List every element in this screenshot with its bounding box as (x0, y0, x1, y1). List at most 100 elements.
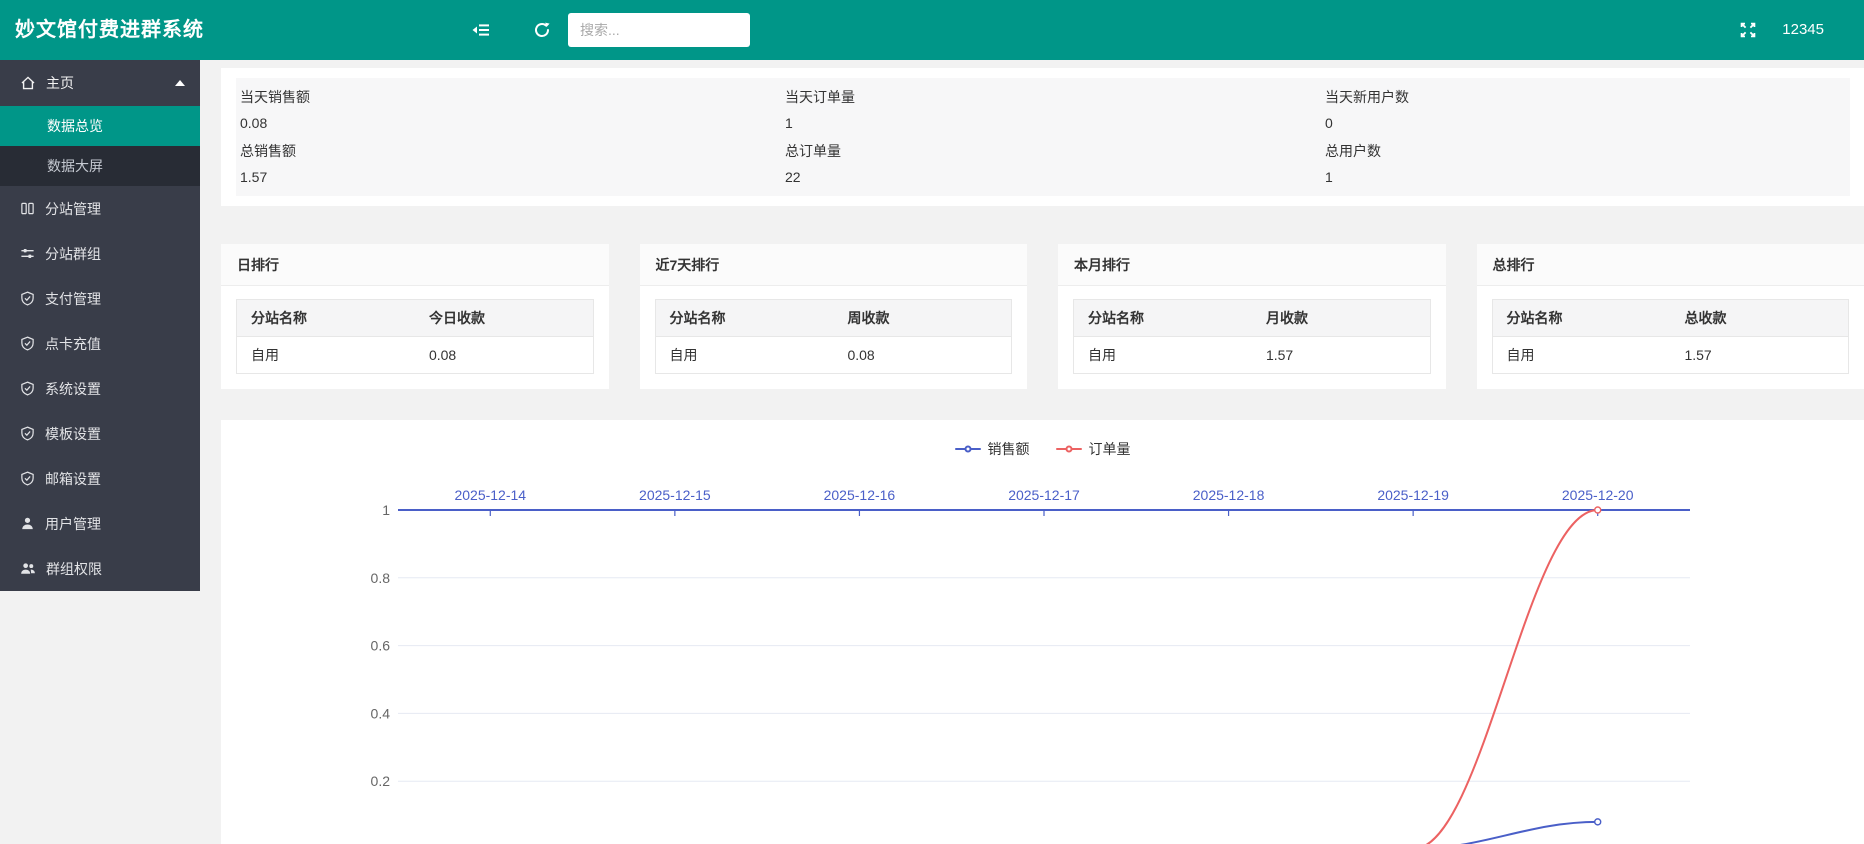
sidebar-item-label: 系统设置 (45, 379, 101, 399)
legend-item-sales[interactable]: 销售额 (955, 439, 1030, 459)
users-icon (20, 561, 36, 576)
stat-label: 当天销售额 (240, 87, 785, 107)
table-header-row: 分站名称 月收款 (1074, 300, 1430, 336)
legend-item-orders[interactable]: 订单量 (1056, 439, 1131, 459)
cell-site-name: 自用 (237, 345, 429, 365)
sliders-icon (20, 246, 35, 261)
svg-text:0.8: 0.8 (371, 570, 391, 586)
cell-amount: 1.57 (1684, 347, 1848, 363)
ranking-card-title: 近7天排行 (640, 244, 1028, 286)
sidebar-item-data-overview[interactable]: 数据总览 (0, 106, 200, 146)
ranking-card-title: 本月排行 (1058, 244, 1446, 286)
sales-orders-chart-card: 销售额 订单量 00.20.40.60.812025-12-142025-12-… (221, 420, 1864, 844)
collapse-menu-icon-glyph (471, 21, 490, 39)
line-circle-marker-icon (1056, 443, 1082, 455)
sidebar-item-branch-groups[interactable]: 分站群组 (0, 231, 200, 276)
fullscreen-icon-glyph (1739, 21, 1757, 39)
table-row: 自用 0.08 (237, 336, 593, 373)
stat-value: 0.08 (240, 115, 785, 131)
ranking-card-month: 本月排行 分站名称 月收款 自用 1.57 (1058, 244, 1446, 389)
svg-text:0.6: 0.6 (371, 638, 391, 654)
collapse-menu-icon[interactable] (462, 0, 498, 60)
top-navbar: 妙文馆付费进群系统 12345 (0, 0, 1864, 60)
svg-text:0.4: 0.4 (371, 705, 391, 721)
sidebar-item-system-settings[interactable]: 系统设置 (0, 366, 200, 411)
column-header-site-name: 分站名称 (1493, 308, 1685, 328)
cell-amount: 1.57 (1266, 347, 1430, 363)
legend-label: 销售额 (988, 439, 1030, 459)
search-box (568, 13, 750, 47)
search-input[interactable] (568, 13, 750, 47)
ranking-table: 分站名称 今日收款 自用 0.08 (236, 299, 594, 374)
table-row: 自用 1.57 (1074, 336, 1430, 373)
chart-legend: 销售额 订单量 (221, 440, 1864, 458)
stat-value: 22 (785, 169, 1325, 185)
stat-total-orders: 总订单量 22 (785, 141, 1325, 185)
sidebar-item-card-recharge[interactable]: 点卡充值 (0, 321, 200, 366)
sidebar-item-label: 支付管理 (45, 289, 101, 309)
table-row: 自用 0.08 (656, 336, 1012, 373)
svg-text:2025-12-20: 2025-12-20 (1562, 487, 1634, 503)
stats-card: 当天销售额 0.08 当天订单量 1 当天新用户数 0 总销售额 1.57 总订… (221, 68, 1864, 206)
stat-label: 当天新用户数 (1325, 87, 1850, 107)
ranking-table: 分站名称 周收款 自用 0.08 (655, 299, 1013, 374)
svg-text:0.2: 0.2 (371, 773, 391, 789)
sidebar-item-label: 点卡充值 (45, 334, 101, 354)
sidebar-item-group-permissions[interactable]: 群组权限 (0, 546, 200, 591)
column-header-site-name: 分站名称 (1074, 308, 1266, 328)
stat-today-sales: 当天销售额 0.08 (240, 87, 785, 131)
column-header-site-name: 分站名称 (237, 308, 429, 328)
refresh-icon-glyph (533, 21, 551, 39)
sidebar-item-data-screen[interactable]: 数据大屏 (0, 146, 200, 186)
svg-text:2025-12-17: 2025-12-17 (1008, 487, 1080, 503)
column-header-amount: 总收款 (1684, 308, 1848, 328)
shield-check-icon (20, 471, 35, 486)
ranking-table: 分站名称 总收款 自用 1.57 (1492, 299, 1850, 374)
stat-today-orders: 当天订单量 1 (785, 87, 1325, 131)
home-icon (20, 75, 36, 91)
table-header-row: 分站名称 周收款 (656, 300, 1012, 336)
ranking-card-title: 日排行 (221, 244, 609, 286)
stat-value: 1.57 (240, 169, 785, 185)
sidebar-item-branch-manage[interactable]: 分站管理 (0, 186, 200, 231)
cell-site-name: 自用 (1074, 345, 1266, 365)
sidebar-item-label: 用户管理 (45, 514, 101, 534)
stat-value: 1 (785, 115, 1325, 131)
main-content: 当天销售额 0.08 当天订单量 1 当天新用户数 0 总销售额 1.57 总订… (200, 60, 1864, 844)
username[interactable]: 12345 (1782, 0, 1824, 60)
stat-total-users: 总用户数 1 (1325, 141, 1850, 185)
cell-site-name: 自用 (656, 345, 848, 365)
sidebar-item-payment-manage[interactable]: 支付管理 (0, 276, 200, 321)
line-circle-marker-icon (955, 443, 981, 455)
sidebar-submenu-home: 数据总览 数据大屏 (0, 106, 200, 186)
stat-today-new-users: 当天新用户数 0 (1325, 87, 1850, 131)
ranking-cards-row: 日排行 分站名称 今日收款 自用 0.08 近7天排行 (221, 244, 1864, 389)
sidebar-item-label: 模板设置 (45, 424, 101, 444)
stat-total-sales: 总销售额 1.57 (240, 141, 785, 185)
chevron-up-icon (175, 80, 185, 86)
fullscreen-icon[interactable] (1730, 0, 1766, 60)
cell-site-name: 自用 (1493, 345, 1685, 365)
ranking-card-week: 近7天排行 分站名称 周收款 自用 0.08 (640, 244, 1028, 389)
table-header-row: 分站名称 今日收款 (237, 300, 593, 336)
column-header-amount: 月收款 (1266, 308, 1430, 328)
sidebar-item-home[interactable]: 主页 (0, 60, 200, 106)
stats-panel: 当天销售额 0.08 当天订单量 1 当天新用户数 0 总销售额 1.57 总订… (236, 78, 1850, 196)
column-header-site-name: 分站名称 (656, 308, 848, 328)
stat-label: 当天订单量 (785, 87, 1325, 107)
sidebar-item-mail-settings[interactable]: 邮箱设置 (0, 456, 200, 501)
sidebar-item-template-settings[interactable]: 模板设置 (0, 411, 200, 456)
refresh-icon[interactable] (524, 0, 560, 60)
sidebar-item-label: 分站群组 (45, 244, 101, 264)
stat-label: 总销售额 (240, 141, 785, 161)
sidebar-item-label: 数据总览 (47, 118, 103, 134)
ranking-card-title: 总排行 (1477, 244, 1864, 286)
sidebar-item-label: 邮箱设置 (45, 469, 101, 489)
legend-label: 订单量 (1089, 439, 1131, 459)
svg-text:2025-12-16: 2025-12-16 (824, 487, 896, 503)
sidebar: 主页 数据总览 数据大屏 分站管理 分站群组 支付管理 (0, 60, 200, 591)
sidebar-item-user-manage[interactable]: 用户管理 (0, 501, 200, 546)
shield-check-icon (20, 426, 35, 441)
shield-check-icon (20, 291, 35, 306)
column-header-amount: 今日收款 (429, 308, 593, 328)
